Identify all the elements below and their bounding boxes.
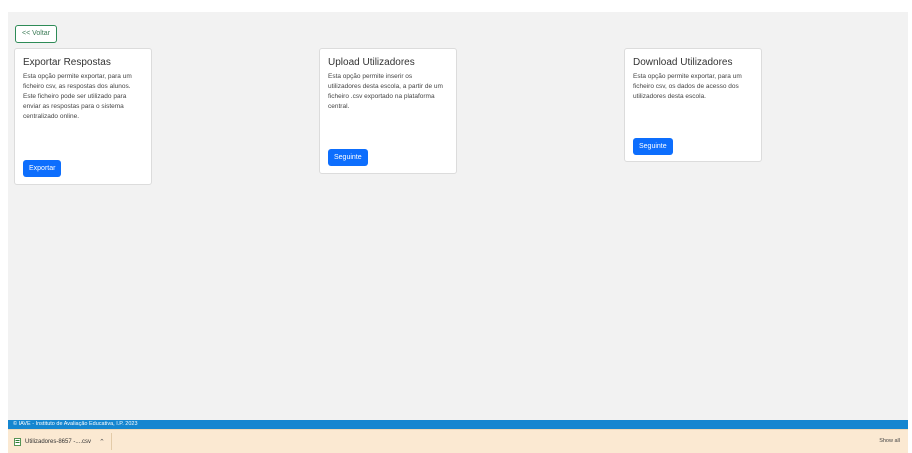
card-description: Esta opção permite exportar, para um fic… bbox=[23, 73, 132, 120]
card-title: Download Utilizadores bbox=[633, 57, 733, 68]
card-export-responses: Exportar Respostas Esta opção permite ex… bbox=[14, 48, 152, 185]
card-download-users: Download Utilizadores Esta opção permite… bbox=[624, 48, 762, 162]
back-button[interactable]: << Voltar bbox=[15, 25, 58, 43]
chevron-up-icon[interactable]: ⌃ bbox=[99, 438, 105, 446]
download-file-name: Utilizadores-8657 -....csv bbox=[25, 438, 92, 445]
footer: © IAVE - Instituto de Avaliação Educativ… bbox=[8, 420, 908, 429]
download-next-button[interactable]: Seguinte bbox=[633, 138, 673, 155]
card-title: Upload Utilizadores bbox=[328, 57, 415, 68]
app-content: << Voltar Exportar Respostas Esta opção … bbox=[8, 12, 908, 453]
file-icon bbox=[14, 437, 21, 446]
card-title: Exportar Respostas bbox=[23, 57, 111, 68]
card-description: Esta opção permite exportar, para um fic… bbox=[633, 73, 742, 100]
show-all-link[interactable]: Show all bbox=[879, 438, 900, 444]
card-upload-users: Upload Utilizadores Esta opção permite i… bbox=[319, 48, 457, 174]
downloads-bar: Utilizadores-8657 -....csv ⌃ Show all bbox=[8, 429, 908, 453]
upload-next-button[interactable]: Seguinte bbox=[328, 149, 368, 166]
download-item[interactable]: Utilizadores-8657 -....csv ⌃ bbox=[10, 433, 112, 450]
card-description: Esta opção permite inserir os utilizador… bbox=[328, 73, 443, 110]
export-button[interactable]: Exportar bbox=[23, 160, 62, 177]
